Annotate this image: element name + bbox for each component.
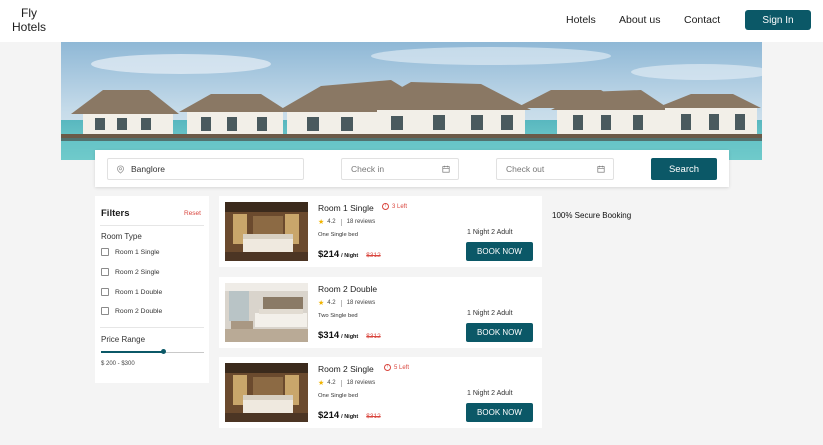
price-range-value: $ 200 - $300 xyxy=(101,361,135,367)
divider xyxy=(340,299,342,307)
price: $214 / Night $312 xyxy=(318,249,381,260)
rating-value: 4.2 xyxy=(327,380,336,386)
rating: ★ 4.2 18 reviews xyxy=(318,218,375,226)
room-type-label: Room 1 Double xyxy=(115,288,163,296)
calendar-icon xyxy=(442,165,450,173)
room-type-title: Room Type xyxy=(101,232,142,241)
logo-line-1: Fly xyxy=(21,6,37,20)
stay-info: 1 Night 2 Adult xyxy=(467,310,513,317)
room-photo xyxy=(225,283,308,342)
logo[interactable]: Fly Hotels xyxy=(9,6,49,34)
price: $214 / Night $312 xyxy=(318,410,381,421)
check-out-input[interactable]: Check out xyxy=(496,158,614,180)
room-type-label: Room 2 Double xyxy=(115,307,163,315)
rating-value: 4.2 xyxy=(327,300,336,306)
per-night-label: / Night xyxy=(341,253,359,259)
per-night-label: / Night xyxy=(341,414,359,420)
checkbox[interactable] xyxy=(101,248,109,256)
old-price: $312 xyxy=(366,252,381,259)
filters-panel: Filters Reset Room Type Room 1 Single Ro… xyxy=(95,196,209,383)
water-villas-illustration xyxy=(61,42,762,160)
alert-icon: ! xyxy=(382,203,389,210)
site-header: Fly Hotels Hotels About us Contact Sign … xyxy=(0,0,823,42)
logo-line-2: Hotels xyxy=(11,20,46,34)
price-value: $214 xyxy=(318,410,340,421)
check-in-input[interactable]: Check in xyxy=(341,158,459,180)
filters-title: Filters xyxy=(101,208,130,219)
location-input[interactable]: Banglore xyxy=(107,158,304,180)
search-bar: Banglore Check in Check out Search xyxy=(95,150,729,187)
search-button[interactable]: Search xyxy=(651,158,717,180)
stay-info: 1 Night 2 Adult xyxy=(467,229,513,236)
availability-badge: ! 5 Left xyxy=(384,364,409,371)
book-now-button[interactable]: BOOK NOW xyxy=(466,242,533,261)
rooms-left-text: 3 Left xyxy=(392,203,408,210)
sign-in-button[interactable]: Sign In xyxy=(745,10,811,30)
rating: ★ 4.2 18 reviews xyxy=(318,299,375,307)
star-icon: ★ xyxy=(318,219,325,226)
price-slider-handle[interactable] xyxy=(161,349,166,354)
room-photo xyxy=(225,202,308,261)
nav-hotels[interactable]: Hotels xyxy=(566,14,596,26)
room-name[interactable]: Room 2 Double xyxy=(318,284,377,294)
bed-info: Two Single bed xyxy=(318,313,358,319)
stay-info: 1 Night 2 Adult xyxy=(467,390,513,397)
book-now-button[interactable]: BOOK NOW xyxy=(466,403,533,422)
rating: ★ 4.2 18 reviews xyxy=(318,379,375,387)
old-price: $312 xyxy=(366,413,381,420)
checkbox[interactable] xyxy=(101,268,109,276)
reset-filters-link[interactable]: Reset xyxy=(184,210,201,217)
location-value: Banglore xyxy=(131,164,166,174)
price-value: $314 xyxy=(318,330,340,341)
room-card[interactable]: Room 2 Double ★ 4.2 18 reviews Two Singl… xyxy=(219,277,542,348)
room-photo xyxy=(225,363,308,422)
bed-info: One Single bed xyxy=(318,393,358,399)
room-card[interactable]: Room 1 Single ! 3 Left ★ 4.2 18 reviews … xyxy=(219,196,542,267)
secure-booking-text: 100% Secure Booking xyxy=(552,211,632,220)
review-count[interactable]: 18 reviews xyxy=(347,219,376,225)
room-type-option[interactable]: Room 2 Single xyxy=(101,268,160,276)
room-name[interactable]: Room 2 Single xyxy=(318,364,374,374)
price-value: $214 xyxy=(318,249,340,260)
room-type-label: Room 1 Single xyxy=(115,248,160,256)
old-price: $312 xyxy=(366,333,381,340)
room-type-option[interactable]: Room 2 Double xyxy=(101,307,162,315)
bed-info: One Single bed xyxy=(318,232,358,238)
checkbox[interactable] xyxy=(101,288,109,296)
rating-value: 4.2 xyxy=(327,219,336,225)
room-card[interactable]: Room 2 Single ! 5 Left ★ 4.2 18 reviews … xyxy=(219,357,542,428)
availability-badge: ! 3 Left xyxy=(382,203,407,210)
divider xyxy=(100,225,204,226)
divider xyxy=(340,218,342,226)
price: $314 / Night $312 xyxy=(318,330,381,341)
star-icon: ★ xyxy=(318,380,325,387)
divider xyxy=(100,327,204,328)
check-out-placeholder: Check out xyxy=(506,164,545,174)
nav-contact[interactable]: Contact xyxy=(684,14,720,26)
room-type-option[interactable]: Room 1 Single xyxy=(101,248,160,256)
divider xyxy=(340,379,342,387)
price-range-title: Price Range xyxy=(101,335,146,344)
rooms-left-text: 5 Left xyxy=(394,364,410,371)
nav-about-us[interactable]: About us xyxy=(619,14,660,26)
alert-icon: ! xyxy=(384,364,391,371)
star-icon: ★ xyxy=(318,300,325,307)
check-in-placeholder: Check in xyxy=(351,164,385,174)
per-night-label: / Night xyxy=(341,334,359,340)
checkbox[interactable] xyxy=(101,307,109,315)
price-slider-fill xyxy=(101,351,163,353)
room-type-option[interactable]: Room 1 Double xyxy=(101,288,162,296)
calendar-icon xyxy=(597,165,605,173)
book-now-button[interactable]: BOOK NOW xyxy=(466,323,533,342)
review-count[interactable]: 18 reviews xyxy=(347,300,376,306)
room-name[interactable]: Room 1 Single xyxy=(318,203,374,213)
location-pin-icon xyxy=(117,164,124,174)
review-count[interactable]: 18 reviews xyxy=(347,380,376,386)
room-type-label: Room 2 Single xyxy=(115,268,160,276)
hero-image xyxy=(61,42,762,160)
